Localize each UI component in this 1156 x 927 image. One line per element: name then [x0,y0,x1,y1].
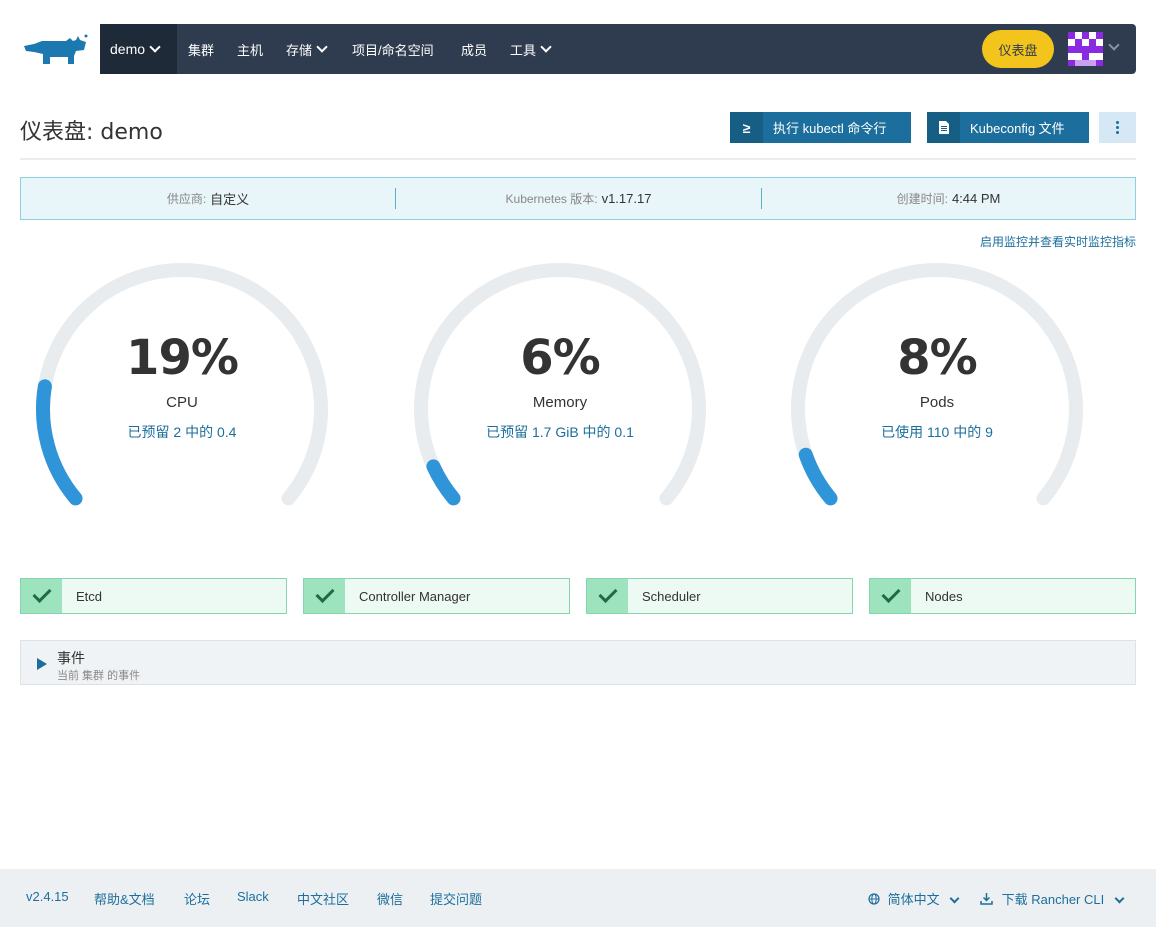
gauge-value: 19% [126,330,239,386]
check-icon [597,583,618,604]
chevron-down-icon [540,40,552,53]
status-label: Scheduler [642,588,701,604]
status-label: Nodes [925,588,963,604]
status-ok [870,579,911,613]
more-vertical-icon [1116,126,1119,129]
events-subtitle: 当前 集群 的事件 [57,670,141,682]
kubectl-shell-button[interactable]: ≥ 执行 kubectl 命令行 [730,112,911,143]
language-selector[interactable]: 简体中文 [868,889,960,908]
gauge-arc [36,263,328,506]
gauge-label: Memory [532,394,588,411]
k8s-version-label: Kubernetes 版本: [505,192,598,206]
footer-forum-link[interactable]: 论坛 [184,889,210,908]
nav-storage[interactable]: 存储 [286,24,328,74]
gauge-fill [798,447,838,506]
language-label: 简体中文 [887,892,940,907]
footer-slack-link[interactable]: Slack [237,889,269,904]
provider-info: 供应商: 自定义 [21,178,395,219]
gauge-value: 6% [520,330,601,386]
gauge-subtext: 已预留 1.7 GiB 中的 0.1 [486,424,634,440]
kubeconfig-button[interactable]: Kubeconfig 文件 [927,112,1089,143]
download-cli-menu[interactable]: 下载 Rancher CLI [980,889,1125,908]
download-icon [980,893,993,905]
created-info: 创建时间: 4:44 PM [762,178,1135,219]
nav-hosts[interactable]: 主机 [237,24,263,74]
chevron-down-icon[interactable] [1108,39,1120,51]
enable-monitoring-link[interactable]: 启用监控并查看实时监控指标 [980,233,1136,250]
gauge-value: 8% [897,330,978,386]
nav-members[interactable]: 成员 [461,24,487,74]
created-label: 创建时间: [896,192,948,206]
gauge-arc [791,263,1083,506]
rancher-logo-icon[interactable] [20,32,90,68]
status-ok [21,579,62,613]
status-nodes: Nodes [869,578,1136,614]
created-value: 4:44 PM [951,191,1001,206]
more-actions-button[interactable] [1099,112,1136,143]
k8s-version-value: v1.17.17 [601,191,652,206]
footer-version[interactable]: v2.4.15 [26,889,69,904]
chevron-down-icon [316,40,328,53]
status-ok [587,579,628,613]
cluster-switcher[interactable]: demo [100,24,177,74]
events-title: 事件 [57,650,85,666]
pods-gauge: 8% Pods 已使用 110 中的 9 [782,256,1092,526]
nav-storage-label: 存储 [286,42,313,58]
check-icon [880,583,901,604]
check-icon [314,583,335,604]
status-scheduler: Scheduler [586,578,853,614]
status-etcd: Etcd [20,578,287,614]
k8s-version-info: Kubernetes 版本: v1.17.17 [396,178,761,219]
chevron-down-icon [149,40,161,53]
kubeconfig-label: Kubeconfig 文件 [970,121,1065,136]
footer: v2.4.15 帮助&文档 论坛 Slack 中文社区 微信 提交问题 简体中文… [0,869,1156,927]
events-panel[interactable]: 事件 当前 集群 的事件 [20,640,1136,685]
chevron-down-icon [949,893,960,904]
terminal-icon: ≥ [730,112,763,143]
globe-icon [868,893,880,905]
nav-tools-label: 工具 [510,42,537,58]
cpu-gauge: 19% CPU 已预留 2 中的 0.4 [27,256,337,526]
gauge-subtext: 已使用 110 中的 9 [881,424,993,440]
nav-cluster[interactable]: 集群 [188,24,214,74]
provider-label: 供应商: [166,192,207,206]
provider-value: 自定义 [210,192,250,207]
check-icon [31,583,52,604]
gauge-fill [426,459,461,506]
status-label: Controller Manager [359,588,471,604]
file-icon [927,112,960,143]
footer-community-link[interactable]: 中文社区 [297,889,349,908]
divider [20,158,1136,160]
nav-bar: demo 集群 主机 存储 项目/命名空间 成员 工具 仪表盘 [100,24,1136,74]
memory-gauge: 6% Memory 已预留 1.7 GiB 中的 0.1 [405,256,715,526]
kubectl-shell-label: 执行 kubectl 命令行 [773,121,887,136]
gauge-label: Pods [919,394,955,411]
status-label: Etcd [76,588,103,604]
user-avatar[interactable] [1068,32,1103,66]
nav-projects[interactable]: 项目/命名空间 [352,24,434,74]
nav-tools[interactable]: 工具 [510,24,552,74]
top-navigation: demo 集群 主机 存储 项目/命名空间 成员 工具 仪表盘 [20,24,1136,74]
gauge-arc [414,263,706,506]
gauge-label: CPU [166,394,198,411]
expand-arrow-icon[interactable] [37,658,47,670]
page-title: 仪表盘: demo [20,120,163,145]
cluster-info-bar: 供应商: 自定义 Kubernetes 版本: v1.17.17 创建时间: 4… [20,177,1136,220]
cluster-name: demo [110,41,146,57]
chevron-down-icon [1114,893,1125,904]
status-ok [304,579,345,613]
status-controller-manager: Controller Manager [303,578,570,614]
gauge-subtext: 已预留 2 中的 0.4 [127,424,237,440]
footer-issue-link[interactable]: 提交问题 [430,889,482,908]
dashboard-button[interactable]: 仪表盘 [982,30,1054,68]
footer-wechat-link[interactable]: 微信 [377,889,403,908]
footer-help-link[interactable]: 帮助&文档 [94,889,155,908]
download-label: 下载 Rancher CLI [1001,892,1105,907]
